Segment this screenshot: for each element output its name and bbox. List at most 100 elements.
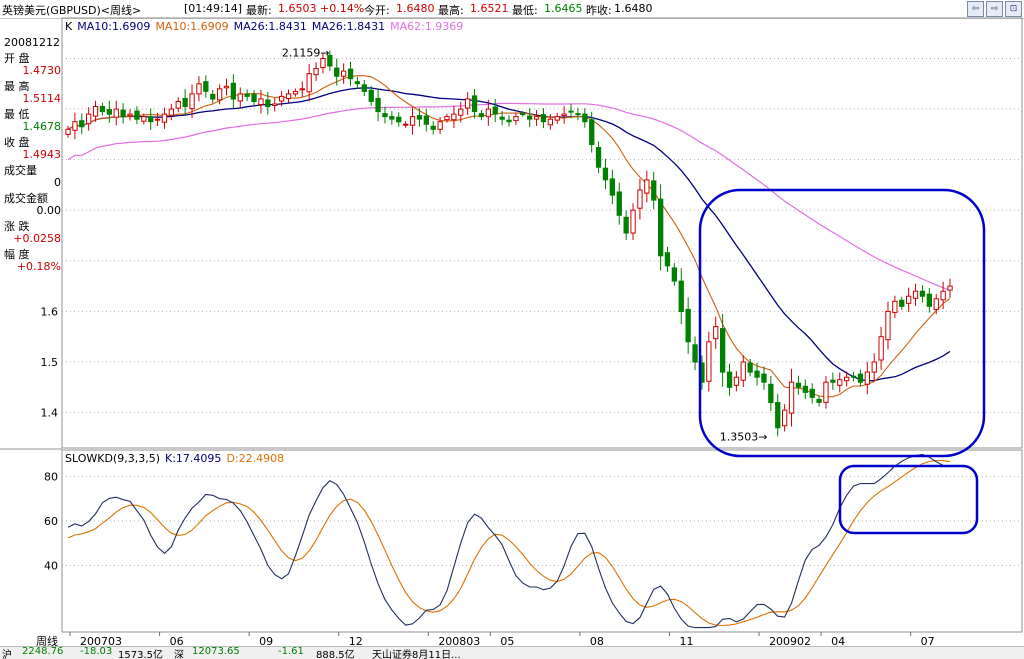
candle-body [272,103,278,106]
candle-body [733,376,740,386]
candle-body [837,379,843,386]
ma62-line [67,102,951,291]
candle-body [788,381,795,414]
candle-body [251,93,257,103]
candle-body [79,120,85,128]
candle-body [382,113,388,118]
k-line [67,453,951,629]
candle-body [217,88,223,101]
candle-body [589,119,595,145]
candle-body [244,93,250,97]
candle-body [906,295,912,304]
candle-body [678,280,684,313]
candle-body [175,101,181,109]
price-chart-canvas[interactable]: 1.41.51.6406080周线 200703 06 09 12 200803 05 08 1… [0,0,1024,658]
candle-body [313,68,319,76]
candle-body [106,109,112,115]
candle-body [919,290,926,297]
candle-body [182,97,188,108]
ma-legend-item: MA62:1.9369 [390,20,464,33]
candle-body [595,147,602,168]
candle-body [720,328,726,373]
candle-body [361,84,368,92]
candle-body [533,116,540,120]
status-item: 2248.76 [22,646,64,657]
candle-body [485,108,492,118]
candle-body [99,106,106,113]
kd-legend-d: D:22.4908 [226,452,285,465]
indicator-panel-frame [61,449,1023,633]
candle-body [154,118,161,121]
candle-body [113,108,119,118]
status-item: -1.61 [278,646,304,657]
candle-body [658,198,664,257]
ma-legend-prefix: K [65,20,73,33]
ma26-line [67,87,951,382]
candle-body [575,113,581,116]
candle-body [685,308,691,343]
candle-body [127,113,133,117]
candle-body [740,361,746,381]
candle-body [726,371,733,388]
candle-body [809,388,815,398]
candle-body [926,293,933,307]
candle-body [850,375,857,378]
candle-body [582,113,588,123]
candle-body [823,381,829,403]
candle-body [451,113,457,121]
candle-body [775,402,781,429]
y-tick-label: 1.5 [41,356,59,369]
y-tick-label: 60 [44,515,58,528]
candle-body [713,326,719,340]
candle-body [499,116,505,120]
market-status-bar: 沪 2248.76 -18.03 1573.5亿 深 12073.65 -1.6… [0,646,1024,659]
candle-body [86,113,92,125]
candle-body [747,362,753,373]
candle-body [409,116,416,126]
candle-body [899,299,905,307]
candle-body [279,95,285,102]
candle-body [602,167,609,181]
y-tick-label: 1.6 [41,305,59,318]
candle-body [471,95,478,113]
candle-body [782,409,788,427]
candle-body [844,376,850,382]
candle-body [506,119,512,123]
candle-body [120,109,126,118]
status-item: 12073.65 [192,646,240,657]
candle-body [478,113,485,118]
candle-body [134,110,140,120]
candle-body [334,67,340,77]
ma-legend-item: MA10:1.6909 [155,20,229,33]
y-tick-label: 80 [44,471,58,484]
candle-body [465,98,471,109]
candle-body [912,290,919,299]
candle-body [292,90,299,95]
candle-body [389,116,395,120]
candle-body [520,113,526,116]
candle-body [299,88,305,91]
candle-body [885,310,891,341]
ma-legend: K MA10:1.6909 MA10:1.6909 MA26:1.8431 MA26:1… [65,20,468,33]
highlight-box-indicator [838,464,979,535]
candle-body [527,115,533,120]
candle-body [547,118,554,126]
candle-body [692,344,698,363]
highlight-box-price [698,188,986,458]
candle-body [892,300,898,313]
candle-body [168,108,174,116]
candle-body [933,298,939,310]
status-item: 888.5亿 [316,650,355,659]
candle-body [940,290,946,301]
candle-body [368,89,374,102]
candle-body [947,285,953,291]
candle-body [795,382,802,388]
candle-body [871,361,877,373]
candle-body [265,99,271,108]
candle-body [671,267,678,282]
candle-body [341,70,347,77]
candle-body [616,191,622,216]
candle-body [375,97,381,113]
candle-body [802,385,809,393]
candle-body [430,125,436,130]
